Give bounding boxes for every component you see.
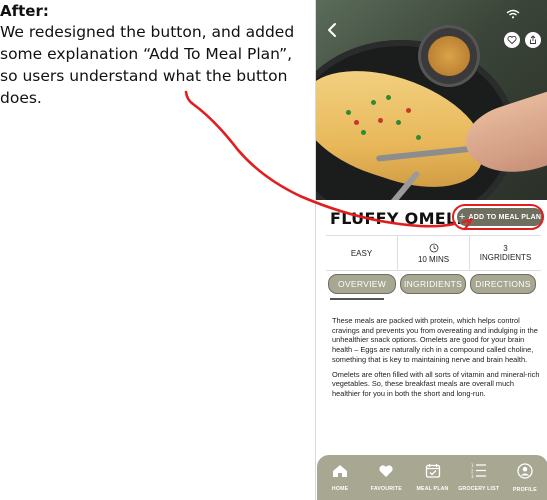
overview-paragraph: Omelets are often filled with all sorts … [332,369,540,398]
list-icon: 123 [471,463,487,483]
wifi-icon [506,6,520,19]
annotation-body: We redesigned the button, and added some… [0,23,295,107]
nav-item-home[interactable]: HOME [317,455,363,500]
user-icon [517,462,533,484]
active-tab-indicator [330,298,384,300]
share-icon[interactable] [525,32,541,48]
ingredients-count-label: INGRIDIENTS [479,253,532,262]
home-icon [332,464,348,483]
nav-item-grocery-list[interactable]: 123 GROCERY LIST [456,455,502,500]
highlight-oval [452,204,544,230]
difficulty-value: EASY [350,248,373,258]
tab-directions[interactable]: DIRECTIONS [470,274,536,294]
svg-text:1: 1 [471,463,474,468]
recipe-hero-image [316,0,547,200]
nav-label: GROCERY LIST [458,486,500,492]
nav-label: HOME [331,485,349,492]
chevron-left-icon[interactable] [326,22,338,42]
heart-icon [378,464,394,483]
ingredients-count: 3 [503,244,508,253]
nav-item-favourite[interactable]: FAVOURITE [363,455,409,500]
annotation-title: After: [0,2,49,20]
tab-ingredients[interactable]: INGRIDIENTS [400,274,466,294]
nav-label: MEAL PLAN [416,486,449,492]
nav-label: PROFILE [512,486,537,493]
time-cell: 10 MINS [397,236,469,270]
ingredients-count-cell: 3 INGRIDIENTS [469,236,541,270]
tab-overview[interactable]: OVERVIEW [328,274,396,294]
recipe-info-row: EASY 10 MINS 3 INGRIDIENTS [326,235,541,271]
calendar-check-icon [425,463,441,483]
svg-text:2: 2 [471,469,474,474]
time-value: 10 MINS [417,254,450,264]
recipe-tabs: OVERVIEW INGRIDIENTS DIRECTIONS [328,274,546,294]
svg-text:3: 3 [471,474,474,478]
nav-item-profile[interactable]: PROFILE [502,455,547,500]
heart-icon[interactable] [504,32,520,48]
difficulty-cell: EASY [326,236,397,270]
bottom-nav: HOME FAVOURITE MEAL PLAN 123 GROCERY LIS… [317,455,547,500]
nav-item-meal-plan[interactable]: MEAL PLAN [409,455,455,500]
clock-icon [429,243,439,255]
overview-content: These meals are packed with protein, whi… [332,316,540,404]
nav-label: FAVOURITE [370,485,402,492]
phone-screen: FLUFFY OMELET + ADD TO MEAL PLAN EASY 10… [315,0,547,500]
overview-paragraph: These meals are packed with protein, whi… [332,316,538,364]
